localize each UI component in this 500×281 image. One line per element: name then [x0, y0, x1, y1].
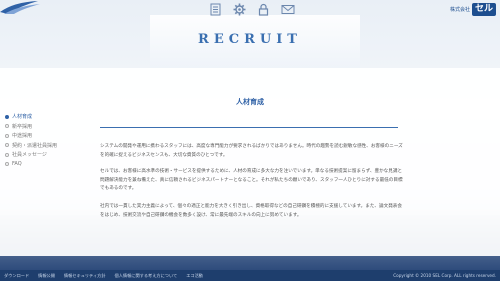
section-title: 人材育成 — [236, 98, 264, 106]
logo-swoosh-icon[interactable] — [0, 0, 40, 14]
page-heading: RECRUIT — [198, 32, 302, 47]
footer-link-security-policy[interactable]: 情報セキュリティ方針 — [64, 273, 106, 279]
paragraph: 社内では一貫した実力主義によって、個々の適正と能力を大きく引き出し、資格取得など… — [100, 204, 402, 218]
sidebar-item-jinzai-ikusei[interactable]: 人材育成 — [5, 112, 57, 122]
sidebar-item-faq[interactable]: FAQ — [5, 160, 57, 170]
sidebar-item-label: 人材育成 — [12, 114, 33, 121]
bullet-icon — [5, 152, 9, 157]
mail-icon[interactable] — [280, 2, 295, 17]
sidebar-item-label: FAQ — [12, 161, 22, 168]
sidebar-item-keiyaku-haken[interactable]: 契約・派遣社員採用 — [5, 141, 57, 151]
sidebar-nav: 人材育成 新卒採用 中途採用 契約・派遣社員採用 社員メッセージ FAQ — [5, 112, 57, 169]
sidebar-item-label: 新卒採用 — [12, 123, 33, 130]
sidebar-item-label: 契約・派遣社員採用 — [12, 142, 58, 149]
bullet-icon — [5, 133, 9, 138]
site-footer: ダウンロード 情報公開 情報セキュリティ方針 個人情報に関する考え方について エ… — [0, 270, 500, 281]
paragraph: システムの開発や運用に携わるスタッフには、高度な専門能力が要求されるばかりではあ… — [100, 144, 403, 158]
paragraph: セルでは、お客様に高水準の技術・サービスを提供するために、人材の育成に多大な力を… — [100, 169, 403, 192]
bullet-icon — [5, 114, 9, 119]
brand-prefix: 株式会社 — [449, 7, 470, 13]
footer-link-disclosure[interactable]: 情報公開 — [38, 273, 55, 279]
footer-link-privacy[interactable]: 個人情報に関する考え方について — [115, 273, 178, 279]
lock-icon[interactable] — [256, 2, 271, 17]
sidebar-item-shain-message[interactable]: 社員メッセージ — [5, 150, 57, 160]
footer-link-eco[interactable]: エコ活動 — [186, 273, 203, 279]
brand-name: セル — [471, 3, 496, 16]
sidebar-item-chuto[interactable]: 中途採用 — [5, 131, 57, 141]
company-logo[interactable]: 株式会社 セル — [450, 3, 496, 16]
top-icon-bar — [208, 2, 295, 17]
sidebar-item-label: 社員メッセージ — [12, 152, 47, 159]
bullet-icon — [5, 143, 9, 148]
bullet-icon — [5, 162, 9, 167]
document-icon[interactable] — [208, 2, 223, 17]
site-header: 株式会社 セル — [0, 0, 500, 20]
sidebar-item-label: 中途採用 — [12, 133, 33, 140]
copyright-text: Copyright © 2010 SEL Corp. ALL rights re… — [393, 273, 496, 278]
sidebar-item-shinsotsu[interactable]: 新卒採用 — [5, 122, 57, 132]
footer-link-download[interactable]: ダウンロード — [4, 273, 29, 279]
gear-icon[interactable] — [232, 2, 247, 17]
title-divider — [100, 127, 398, 128]
bullet-icon — [5, 124, 9, 129]
